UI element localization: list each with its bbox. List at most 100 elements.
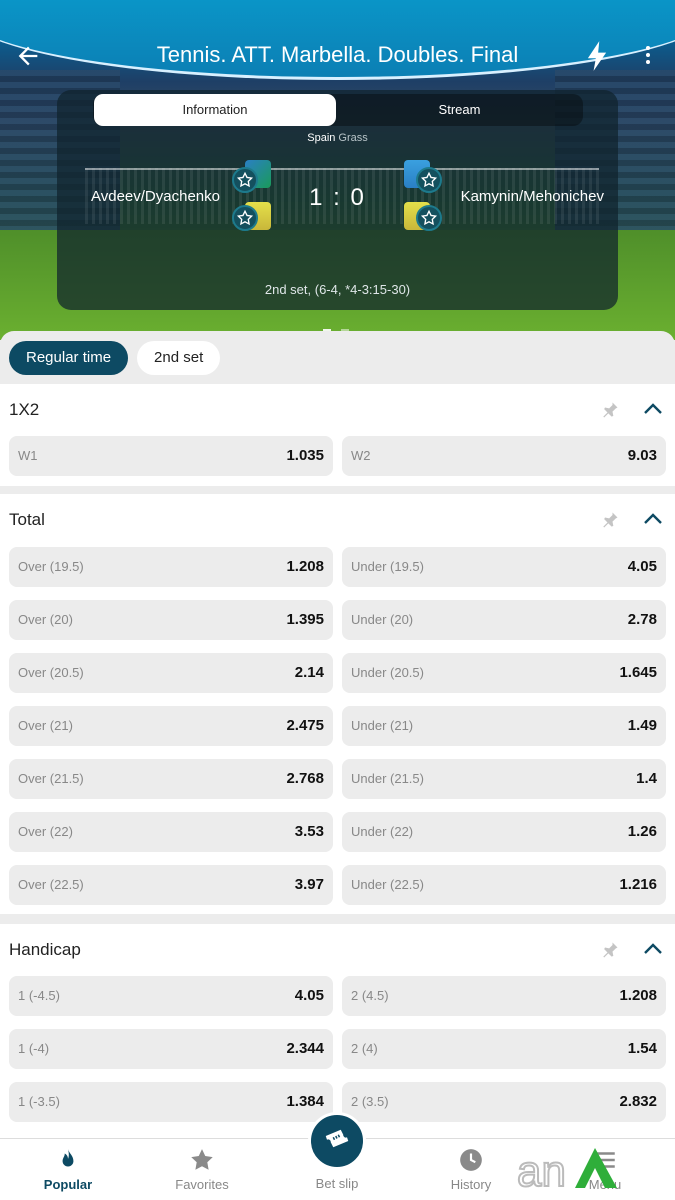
odd-label: Under (22) [351,824,414,839]
odd-label: Over (20) [18,612,73,627]
tab-stream[interactable]: Stream [337,94,582,126]
country-label: Spain [307,132,336,144]
odd-label: 1 (-4) [18,1041,50,1056]
markets-sheet: Regular time 2nd set 1X2 W1 1.035 W2 9.03 … [0,331,675,1141]
odd-button[interactable]: Under (20.5) 1.645 [342,653,666,693]
info-tabs: Information Stream [93,94,583,126]
odd-button[interactable]: Over (22) 3.53 [9,812,333,852]
market-header[interactable]: Total [0,494,675,546]
odd-label: Under (19.5) [351,559,424,574]
bet-slip-button[interactable] [308,1112,366,1170]
odd-value: 1.4 [636,770,657,787]
odd-button[interactable]: Under (19.5) 4.05 [342,547,666,587]
filter-2nd-set[interactable]: 2nd set [137,341,221,375]
odd-value: 1.26 [627,823,657,840]
market-title: Total [9,510,45,529]
odd-value: 1.645 [619,664,657,681]
odd-button[interactable]: Over (22.5) 3.97 [9,865,333,905]
odd-value: 2.832 [619,1093,657,1110]
odd-label: 1 (-4.5) [18,988,60,1003]
odd-button[interactable]: 2 (3.5) 2.832 [342,1082,666,1122]
odd-button[interactable]: 1 (-4) 2.344 [9,1029,333,1069]
odd-label: Under (21) [351,718,414,733]
odd-button[interactable]: Over (20) 1.395 [9,600,333,640]
odd-button[interactable]: Under (21) 1.49 [342,706,666,746]
star-icon [191,1149,213,1170]
period-filters: Regular time 2nd set [9,341,229,375]
odd-button[interactable]: Over (21.5) 2.768 [9,759,333,799]
odd-button[interactable]: 2 (4.5) 1.208 [342,976,666,1016]
filter-regular-time[interactable]: Regular time [9,341,129,375]
market-header[interactable]: 1X2 [0,384,675,436]
odd-button[interactable]: 2 (4) 1.54 [342,1029,666,1069]
odd-button[interactable]: W2 9.03 [342,436,666,476]
chevron-up-icon[interactable] [643,512,663,526]
odd-value: 1.208 [619,987,657,1004]
odd-button[interactable]: Under (20) 2.78 [342,600,666,640]
odd-button[interactable]: Under (22.5) 1.216 [342,865,666,905]
market-title: Handicap [9,940,81,959]
odd-label: 2 (4.5) [351,988,389,1003]
chevron-up-icon[interactable] [643,402,663,416]
odd-value: 2.78 [627,611,657,628]
odd-value: 2.475 [286,717,324,734]
odd-value: 1.208 [286,558,324,575]
odd-value: 2.344 [286,1040,324,1057]
tab-information[interactable]: Information [94,94,336,126]
odd-label: Over (22.5) [18,877,84,892]
odd-value: 3.53 [294,823,324,840]
market-header[interactable]: Handicap [0,924,675,976]
odd-button[interactable]: 1 (-3.5) 1.384 [9,1082,333,1122]
odd-button[interactable]: Over (19.5) 1.208 [9,547,333,587]
odd-label: 2 (3.5) [351,1094,389,1109]
odd-label: 2 (4) [351,1041,378,1056]
more-vertical-icon [646,46,650,50]
odd-button[interactable]: 1 (-4.5) 4.05 [9,976,333,1016]
odd-button[interactable]: Under (22) 1.26 [342,812,666,852]
odd-value: 1.49 [627,717,657,734]
nav-label-bet-slip: Bet slip [315,1176,359,1191]
nav-label: History [450,1177,492,1192]
odd-label: Under (20.5) [351,665,424,680]
odd-button[interactable]: Under (21.5) 1.4 [342,759,666,799]
market-handicap: Handicap 1 (-4.5) 4.05 2 (4.5) 1.208 1 (-4… [0,924,675,1141]
nav-label: Favorites [175,1177,229,1192]
team-right-name: Kamynin/Mehonichev [460,188,604,205]
odd-label: W1 [18,448,38,463]
pin-icon[interactable] [600,940,620,960]
odd-value: 4.05 [294,987,324,1004]
chevron-up-icon[interactable] [643,942,663,956]
odd-value: 1.035 [286,447,324,464]
odd-value: 2.14 [294,664,324,681]
pin-icon[interactable] [600,400,620,420]
odd-value: 1.384 [286,1093,324,1110]
match-hero: Tennis. ATT. Marbella. Doubles. Final In… [0,0,675,340]
nav-favorites[interactable]: Favorites [147,1147,257,1192]
top-bar: Tennis. ATT. Marbella. Doubles. Final [0,30,675,84]
page-title: Tennis. ATT. Marbella. Doubles. Final [156,42,519,67]
more-options-button[interactable] [640,44,656,68]
odd-label: Under (22.5) [351,877,424,892]
nav-popular[interactable]: Popular [13,1147,123,1192]
odd-button[interactable]: Over (20.5) 2.14 [9,653,333,693]
surface-label: Grass [338,132,368,144]
pin-icon[interactable] [600,510,620,530]
nav-history[interactable]: History [416,1147,526,1192]
odd-value: 1.395 [286,611,324,628]
odd-value: 1.216 [619,876,657,893]
odd-label: W2 [351,448,371,463]
match-location: Spain Grass [57,132,618,144]
odd-value: 3.97 [294,876,324,893]
svg-text:an: an [517,1147,566,1196]
nav-label: Popular [43,1177,93,1192]
lightning-icon [587,41,607,71]
odd-value: 9.03 [627,447,657,464]
odd-label: Over (21) [18,718,73,733]
clock-icon [460,1149,482,1171]
odd-label: Over (22) [18,824,73,839]
quick-bet-button[interactable] [583,40,611,72]
odd-button[interactable]: W1 1.035 [9,436,333,476]
odd-value: 2.768 [286,770,324,787]
odd-button[interactable]: Over (21) 2.475 [9,706,333,746]
back-button[interactable] [14,42,42,70]
